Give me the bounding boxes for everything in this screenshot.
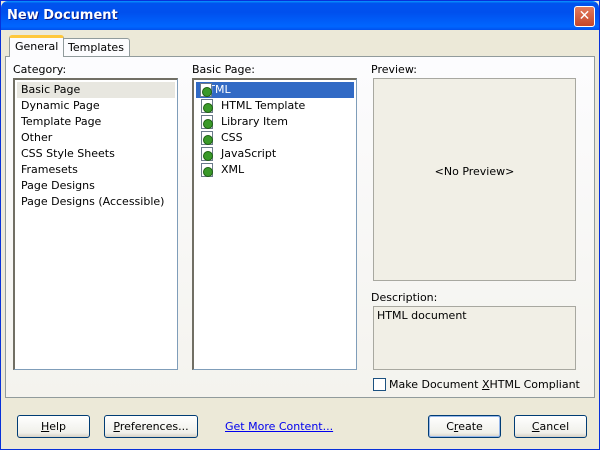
description-box: HTML document: [373, 306, 576, 370]
preferences-button[interactable]: Preferences...: [104, 415, 198, 438]
list-item[interactable]: JavaScript: [197, 146, 352, 162]
help-label-key: H: [40, 420, 50, 433]
preferences-label-post: references...: [119, 420, 189, 433]
list-item[interactable]: Library Item: [197, 114, 352, 130]
tab-templates-label: Templates: [68, 41, 124, 54]
list-item[interactable]: Page Designs (Accessible): [21, 194, 164, 210]
document-icon: [201, 115, 213, 129]
preview-label: Preview:: [371, 63, 417, 76]
list-item[interactable]: CSS: [197, 130, 352, 146]
help-label-post: elp: [49, 420, 67, 433]
list-item[interactable]: CSS Style Sheets: [21, 146, 115, 162]
description-text: HTML document: [377, 309, 467, 322]
no-preview-text: <No Preview>: [434, 165, 515, 178]
tab-general[interactable]: General: [9, 35, 65, 57]
list-item[interactable]: Framesets: [21, 162, 78, 178]
list-item[interactable]: XML: [197, 162, 352, 178]
get-more-content-link[interactable]: Get More Content...: [225, 420, 333, 433]
xhtml-label-post: HTML Compliant: [489, 378, 580, 391]
document-icon: [201, 147, 213, 161]
xhtml-label-pre: Make Document: [389, 378, 482, 391]
close-icon: ✕: [578, 8, 591, 24]
list-item[interactable]: HTML Template: [197, 98, 352, 114]
list-item-label: HTML Template: [221, 99, 306, 112]
create-label-pre: C: [446, 420, 454, 433]
title-bar[interactable]: New Document ✕: [1, 1, 599, 30]
list-item[interactable]: Template Page: [21, 114, 101, 130]
create-button[interactable]: Create: [428, 415, 501, 438]
list-item[interactable]: Page Designs: [21, 178, 95, 194]
new-document-dialog: New Document ✕ General Templates Categor…: [0, 0, 600, 450]
list-item[interactable]: Dynamic Page: [21, 98, 100, 114]
tab-general-label: General: [15, 40, 59, 53]
tab-templates[interactable]: Templates: [62, 38, 130, 57]
list-item[interactable]: Other: [21, 130, 52, 146]
list-item[interactable]: HTML: [196, 82, 354, 98]
list-item-label: CSS: [221, 131, 243, 144]
help-button[interactable]: Help: [17, 415, 90, 438]
category-label: Category:: [13, 63, 67, 76]
cancel-label-post: ancel: [539, 420, 570, 433]
create-label-post: eate: [458, 420, 483, 433]
document-icon: [201, 163, 213, 177]
cancel-label-key: C: [531, 420, 540, 433]
category-list[interactable]: Basic Page Dynamic Page Template Page Ot…: [13, 78, 178, 370]
xhtml-compliant-label[interactable]: Make Document XHTML Compliant: [389, 378, 580, 391]
preview-pane: <No Preview>: [373, 78, 576, 281]
list-item-label: XML: [221, 163, 245, 176]
description-label: Description:: [371, 291, 438, 304]
list-item-label: Library Item: [221, 115, 288, 128]
window-title: New Document: [7, 8, 118, 23]
document-icon: [201, 131, 213, 145]
xhtml-label-key: X: [481, 378, 490, 391]
basic-page-label: Basic Page:: [192, 63, 255, 76]
list-item[interactable]: Basic Page: [17, 82, 175, 98]
close-button[interactable]: ✕: [574, 6, 595, 27]
list-item-label: JavaScript: [221, 147, 277, 160]
xhtml-compliant-checkbox[interactable]: [373, 378, 386, 391]
document-icon: [200, 83, 212, 97]
cancel-button[interactable]: Cancel: [514, 415, 587, 438]
document-icon: [201, 99, 213, 113]
basic-page-list[interactable]: HTML HTML Template Library Item CSS Java…: [192, 78, 357, 370]
